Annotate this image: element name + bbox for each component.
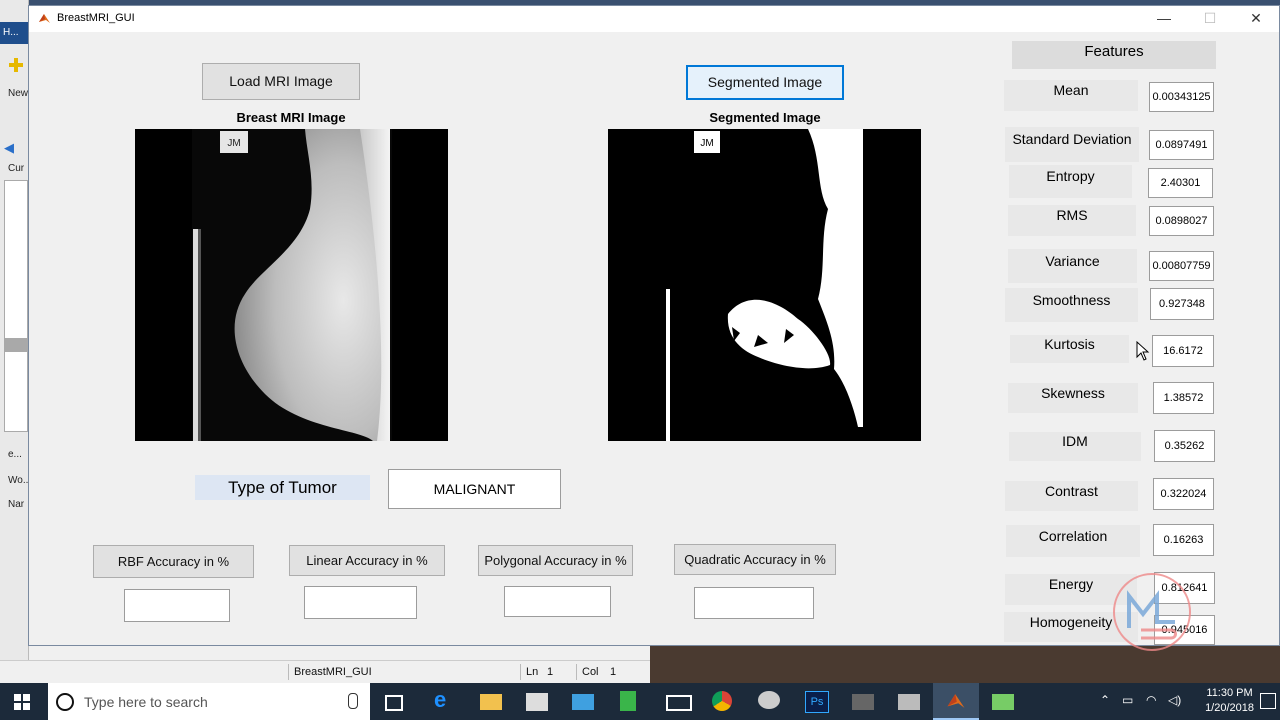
app-icon-6[interactable] [992, 694, 1014, 710]
load-mri-image-button[interactable]: Load MRI Image [202, 63, 360, 100]
store-icon[interactable] [526, 693, 548, 711]
matlab-taskbar-button[interactable] [933, 683, 979, 720]
tray-chevron-icon[interactable]: ⌃ [1100, 693, 1110, 707]
back-arrow-icon[interactable]: ◀ [4, 140, 14, 156]
maximize-button[interactable]: ☐ [1187, 6, 1233, 32]
linear-accuracy-button[interactable]: Linear Accuracy in % [289, 545, 445, 576]
photoshop-icon[interactable]: Ps [805, 691, 829, 713]
standard-deviation-value-field[interactable]: 0.0897491 [1149, 130, 1214, 160]
window-title: BreastMRI_GUI [57, 12, 135, 24]
mouse-cursor-icon [1136, 341, 1150, 361]
name-column-label: Nar [8, 499, 25, 510]
windows-taskbar: Type here to search e Ps ⌃ ▭ ◠ ◁) 11:30 … [0, 683, 1280, 720]
correlation-label: Correlation [1006, 525, 1140, 557]
polygonal-accuracy-field[interactable] [504, 586, 611, 617]
contrast-label: Contrast [1005, 481, 1138, 511]
minimize-button[interactable]: — [1141, 6, 1187, 32]
taskbar-search-box[interactable]: Type here to search [48, 683, 370, 720]
idm-label: IDM [1009, 432, 1141, 461]
clock-date: 1/20/2018 [1205, 702, 1254, 714]
tumor-type-field[interactable]: MALIGNANT [388, 469, 561, 509]
windows-start-icon[interactable] [14, 694, 30, 710]
app-icon-1[interactable] [572, 694, 594, 710]
volume-icon[interactable]: ◁) [1168, 693, 1181, 707]
rbf-accuracy-button[interactable]: RBF Accuracy in % [93, 545, 254, 578]
title-bar[interactable]: BreastMRI_GUI — ☐ ✕ [29, 6, 1279, 32]
new-label[interactable]: New [8, 88, 28, 99]
smoothness-value-field[interactable]: 0.927348 [1150, 288, 1214, 320]
tumor-type-label: Type of Tumor [195, 475, 370, 500]
file-explorer-icon[interactable] [480, 694, 502, 710]
breastmri-gui-window: BreastMRI_GUI — ☐ ✕ Load MRI Image Breas… [28, 5, 1280, 651]
task-view-icon[interactable] [385, 695, 403, 711]
app-icon-4[interactable] [852, 694, 874, 710]
details-label: e... [8, 449, 22, 460]
mean-value-field[interactable]: 0.00343125 [1149, 82, 1214, 112]
linear-accuracy-field[interactable] [304, 586, 417, 619]
variance-label: Variance [1008, 249, 1137, 283]
segmented-axis-title: Segmented Image [709, 110, 821, 125]
status-filename: BreastMRI_GUI [288, 664, 516, 680]
kurtosis-value-field[interactable]: 16.6172 [1152, 335, 1214, 367]
contrast-value-field[interactable]: 0.322024 [1153, 478, 1214, 510]
matlab-left-toolstrip: H... New ◀ Cur e... Wo... Nar [0, 0, 31, 660]
rbf-accuracy-field[interactable] [124, 589, 230, 622]
features-header: Features [1012, 41, 1216, 69]
correlation-value-field[interactable]: 0.16263 [1153, 524, 1214, 556]
edge-browser-icon[interactable]: e [434, 687, 456, 712]
idm-value-field[interactable]: 0.35262 [1154, 430, 1215, 462]
jm-marker-text-seg: JM [700, 138, 713, 149]
rms-label: RMS [1008, 205, 1136, 236]
new-script-icon[interactable] [9, 58, 23, 72]
mean-label: Mean [1004, 80, 1138, 111]
segmented-image-button[interactable]: Segmented Image [686, 65, 844, 100]
home-tab[interactable]: H... [0, 22, 28, 44]
quadratic-accuracy-button[interactable]: Quadratic Accuracy in % [674, 544, 836, 575]
clock-time: 11:30 PM [1206, 687, 1253, 699]
app-icon-2[interactable] [620, 691, 636, 711]
entropy-value-field[interactable]: 2.40301 [1148, 168, 1213, 198]
jm-marker-text: JM [227, 138, 240, 149]
chrome-icon[interactable] [712, 691, 732, 711]
matlab-taskbar-icon [947, 694, 965, 708]
mail-icon[interactable] [666, 695, 692, 711]
microphone-icon[interactable] [348, 693, 358, 709]
mri-image-axes[interactable]: JM [135, 129, 448, 441]
cortana-icon [56, 693, 74, 711]
segmented-image-axes[interactable]: JM [608, 129, 921, 441]
matlab-icon [39, 14, 50, 23]
standard-deviation-label: Standard Deviation [1005, 127, 1139, 162]
editor-status-bar: BreastMRI_GUI Ln 1 Col 1 [0, 660, 650, 684]
polygonal-accuracy-button[interactable]: Polygonal Accuracy in % [478, 545, 633, 576]
search-placeholder: Type here to search [84, 694, 208, 710]
selected-file-row[interactable] [4, 338, 28, 352]
smoothness-label: Smoothness [1005, 288, 1138, 322]
status-ln-value: 1 [547, 666, 554, 678]
app-icon-3[interactable] [758, 691, 780, 709]
skewness-value-field[interactable]: 1.38572 [1153, 382, 1214, 414]
quadratic-accuracy-field[interactable] [694, 587, 814, 619]
status-ln-label: Ln [520, 664, 538, 680]
channel-watermark-logo [1113, 573, 1191, 651]
wifi-icon[interactable]: ◠ [1146, 693, 1156, 707]
current-folder-label: Cur [8, 163, 25, 174]
kurtosis-label: Kurtosis [1010, 335, 1129, 363]
battery-icon[interactable]: ▭ [1122, 693, 1133, 707]
entropy-label: Entropy [1009, 165, 1132, 198]
notifications-icon[interactable] [1260, 693, 1276, 709]
status-col-value: 1 [610, 666, 617, 678]
app-icon-5[interactable] [898, 694, 920, 710]
close-button[interactable]: ✕ [1233, 6, 1279, 32]
mri-axis-title: Breast MRI Image [236, 110, 346, 125]
variance-value-field[interactable]: 0.00807759 [1149, 251, 1214, 281]
status-col-label: Col [576, 664, 599, 680]
skewness-label: Skewness [1008, 383, 1138, 413]
taskbar-clock[interactable]: 11:30 PM 1/20/2018 [1205, 686, 1254, 716]
rms-value-field[interactable]: 0.0898027 [1149, 206, 1214, 236]
current-folder-panel[interactable] [4, 180, 28, 432]
